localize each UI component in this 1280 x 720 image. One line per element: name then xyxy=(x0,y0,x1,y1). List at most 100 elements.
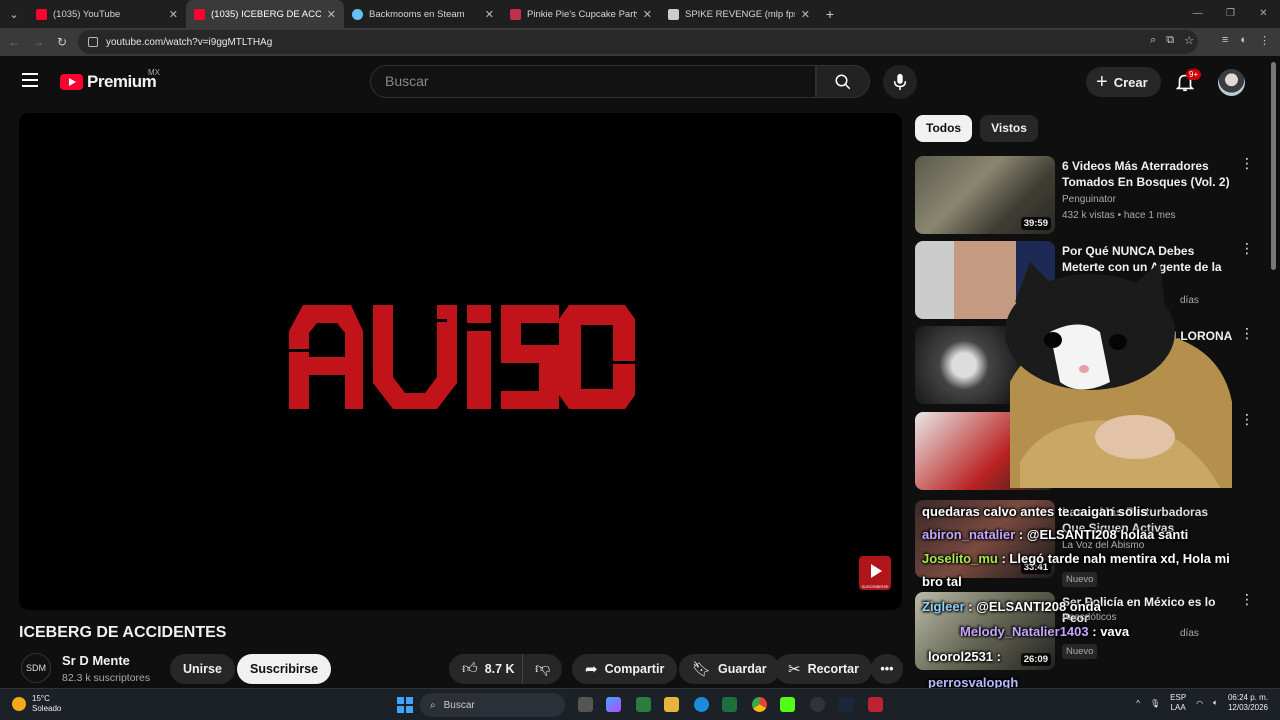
tab-spike[interactable]: SPIKE REVENGE (mlp fps game) ✕ xyxy=(660,0,818,28)
bookmark-star-icon[interactable]: ☆ xyxy=(1184,34,1194,47)
youtube-premium-logo[interactable]: Premium MX xyxy=(60,68,160,92)
page-scrollbar[interactable] xyxy=(1271,62,1276,270)
game-favicon-icon xyxy=(510,8,521,20)
reload-icon[interactable]: ↻ xyxy=(50,35,74,49)
video-player[interactable]: SUSCRIBIRSE xyxy=(19,113,902,610)
window-controls: — ❐ ✕ xyxy=(1181,0,1280,28)
zoom-icon[interactable]: ⌕ xyxy=(1150,34,1156,47)
like-button[interactable]: 👍︎ 8.7 K xyxy=(449,654,525,684)
url-text: youtube.com/watch?v=i9ggMTLTHAg xyxy=(106,36,273,48)
kick-icon[interactable] xyxy=(780,697,795,712)
reading-list-icon[interactable]: ≡ xyxy=(1222,34,1228,47)
close-tab-icon[interactable]: ✕ xyxy=(169,8,178,21)
steam-favicon-icon xyxy=(352,8,363,20)
weather-widget[interactable]: 15°C Soleado xyxy=(12,694,61,714)
temperature: 15°C xyxy=(32,694,50,703)
url-bar[interactable]: youtube.com/watch?v=i9ggMTLTHAg xyxy=(78,30,1198,54)
menu-dots-icon[interactable]: ⋮ xyxy=(1259,34,1270,47)
chip-todos[interactable]: Todos xyxy=(915,115,973,142)
more-actions-button[interactable]: ••• xyxy=(871,654,903,684)
app-icon[interactable] xyxy=(868,697,883,712)
forward-icon[interactable]: → xyxy=(26,35,50,49)
close-tab-icon[interactable]: ✕ xyxy=(485,8,494,21)
subscribe-watermark[interactable]: SUSCRIBIRSE xyxy=(859,556,891,590)
minimize-icon[interactable]: — xyxy=(1181,0,1214,28)
kitten-webcam-overlay xyxy=(1005,262,1232,488)
weather-condition: Soleado xyxy=(32,704,62,713)
tab-iceberg[interactable]: (1035) ICEBERG DE ACCIDENTES ✕ xyxy=(186,0,344,28)
save-button[interactable]: 🔖︎ Guardar xyxy=(679,654,780,684)
join-button[interactable]: Unirse xyxy=(170,654,235,684)
tab-pinkie[interactable]: Pinkie Pie's Cupcake Party by E ✕ xyxy=(502,0,660,28)
wifi-icon[interactable]: ◠ xyxy=(1196,699,1203,708)
thumbs-up-icon: 👍︎ xyxy=(462,660,478,677)
tab-title: Pinkie Pie's Cupcake Party by E xyxy=(527,8,637,20)
subscribe-button[interactable]: Suscribirse xyxy=(237,654,332,684)
account-avatar[interactable] xyxy=(1218,69,1245,96)
taskbar-search[interactable]: ⌕ Buscar xyxy=(420,693,565,717)
channel-avatar[interactable]: SDM xyxy=(21,653,51,683)
tab-title: Backmooms en Steam xyxy=(369,8,465,20)
chat-text: quedaras calvo antes te caigan solis xyxy=(922,504,1148,519)
subscriber-count: 82.3 k suscriptores xyxy=(62,672,151,684)
share-button[interactable]: ➦ Compartir xyxy=(572,654,678,684)
omnibox-actions: ⌕ ⧉ ☆ xyxy=(1150,34,1194,47)
more-options-icon[interactable]: ⋮ xyxy=(1240,412,1254,426)
excel-icon[interactable] xyxy=(722,697,737,712)
tab-title: SPIKE REVENGE (mlp fps game) xyxy=(685,8,795,20)
store-icon[interactable] xyxy=(636,697,651,712)
close-window-icon[interactable]: ✕ xyxy=(1247,0,1280,28)
watermark-label: SUSCRIBIRSE xyxy=(861,584,889,589)
chat-text: bro tal xyxy=(922,574,962,589)
tray-arrow-icon[interactable]: ^ xyxy=(1136,699,1140,708)
chat-message: quedaras calvo antes te caigan solis xyxy=(922,500,1147,524)
recommended-video[interactable]: 39:59 6 Videos Más Aterradores Tomados E… xyxy=(915,156,1260,236)
rec-title[interactable]: 6 Videos Más Aterradores Tomados En Bosq… xyxy=(1062,158,1232,190)
more-options-icon[interactable]: ⋮ xyxy=(1240,326,1254,340)
start-windows-icon[interactable] xyxy=(397,697,413,713)
search-button[interactable] xyxy=(816,65,870,98)
profile-icon[interactable]: ◐ xyxy=(1240,34,1247,47)
tab-steam[interactable]: Backmooms en Steam ✕ xyxy=(344,0,502,28)
language-indicator[interactable]: ESP LAA xyxy=(1170,693,1186,713)
more-options-icon[interactable]: ⋮ xyxy=(1240,592,1254,606)
clock-time: 06:24 p. m. xyxy=(1227,693,1268,702)
chat-message: loorol2531 : xyxy=(928,645,1001,669)
chrome-icon[interactable] xyxy=(752,697,767,712)
close-tab-icon[interactable]: ✕ xyxy=(801,8,810,21)
back-icon[interactable]: ← xyxy=(2,35,26,49)
clock[interactable]: 06:24 p. m. 12/03/2026 xyxy=(1228,693,1268,713)
dislike-button[interactable]: 👎︎ xyxy=(522,654,563,684)
close-tab-icon[interactable]: ✕ xyxy=(643,8,652,21)
edge-icon[interactable] xyxy=(694,697,709,712)
video-thumbnail[interactable]: 39:59 xyxy=(915,156,1055,234)
more-options-icon[interactable]: ⋮ xyxy=(1240,156,1254,170)
channel-name[interactable]: Sr D Mente xyxy=(62,653,130,668)
youtube-play-icon xyxy=(60,74,83,90)
hamburger-menu-icon[interactable] xyxy=(22,73,38,87)
lang-code: ESP xyxy=(1170,693,1187,702)
obs-icon[interactable] xyxy=(810,697,825,712)
install-icon[interactable]: ⧉ xyxy=(1166,34,1174,47)
maximize-icon[interactable]: ❐ xyxy=(1214,0,1247,28)
volume-icon[interactable]: 🔈︎ xyxy=(1213,698,1218,708)
clip-button[interactable]: ✂ Recortar xyxy=(775,654,872,684)
chip-vistos[interactable]: Vistos xyxy=(980,115,1038,142)
more-options-icon[interactable]: ⋮ xyxy=(1240,241,1254,255)
rec-channel[interactable]: Penguinator xyxy=(1062,194,1116,205)
tab-title: (1035) YouTube xyxy=(53,8,121,20)
task-view-icon[interactable] xyxy=(578,697,593,712)
sun-icon xyxy=(12,697,26,711)
file-explorer-icon[interactable] xyxy=(664,697,679,712)
new-tab-button[interactable]: + xyxy=(818,6,842,22)
tab-youtube[interactable]: (1035) YouTube ✕ xyxy=(28,0,186,28)
create-button[interactable]: + Crear xyxy=(1086,67,1161,97)
close-tab-icon[interactable]: ✕ xyxy=(327,8,336,21)
steam-icon[interactable] xyxy=(839,697,854,712)
voice-search-button[interactable] xyxy=(883,65,917,99)
search-input[interactable]: Buscar xyxy=(370,65,816,98)
copilot-icon[interactable] xyxy=(606,697,621,712)
site-info-icon[interactable] xyxy=(88,37,98,47)
tab-search-icon[interactable]: ⌄ xyxy=(0,0,28,28)
microphone-tray-icon[interactable]: 🎙︎ xyxy=(1150,699,1160,708)
